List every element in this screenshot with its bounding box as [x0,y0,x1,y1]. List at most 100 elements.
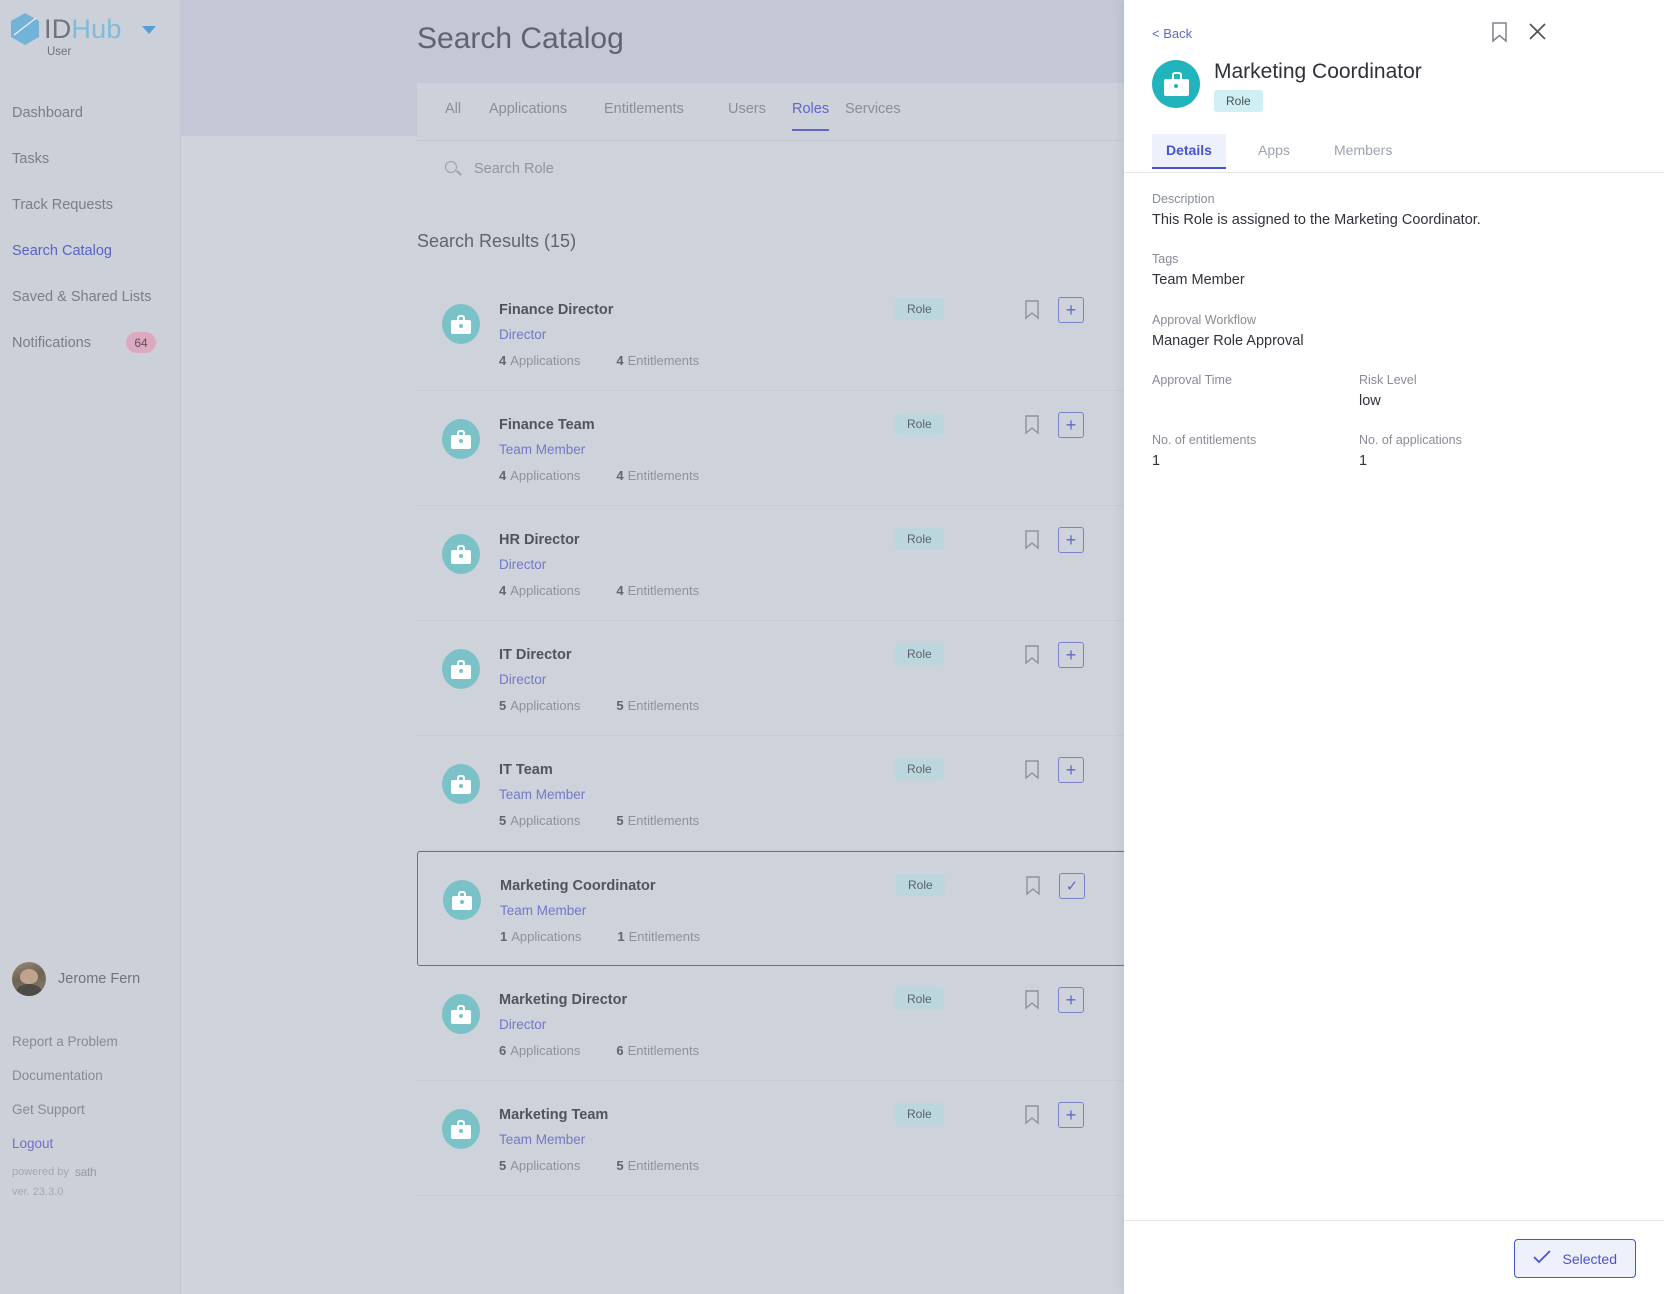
tab-roles[interactable]: Roles [792,101,830,131]
row-ents-label: Entitlements [628,929,701,944]
field-value: low [1359,393,1381,409]
role-briefcase-icon [442,304,480,344]
bookmark-icon[interactable] [1024,760,1040,785]
row-subtitle[interactable]: Director [499,327,546,342]
row-title: Finance Team [499,417,595,433]
status-badge: Role [895,988,944,1010]
report-a-problem-link[interactable]: Report a Problem [0,1024,181,1058]
sidebar: IDHub User Dashboard Tasks Track Request… [0,0,181,1294]
avatar [12,962,46,996]
detail-panel: < Back Marketing Coordinator Role Detail… [1124,0,1664,1294]
tab-users[interactable]: Users [728,101,766,129]
sidebar-item-label: Track Requests [12,197,113,213]
bookmark-icon[interactable] [1024,645,1040,670]
row-apps-count: 6 [499,1043,507,1058]
selected-button-label: Selected [1562,1250,1617,1267]
row-title: IT Director [499,647,572,663]
field-label: No. of applications [1359,433,1462,447]
user-name: Jerome Fern [58,971,141,987]
field-label: Approval Workflow [1152,313,1256,327]
row-subtitle[interactable]: Director [499,557,546,572]
row-meta: 4 Applications 4 Entitlements [499,468,699,483]
tab-members[interactable]: Members [1320,134,1406,167]
add-to-cart-button[interactable]: + [1058,757,1084,783]
field-value: 1 [1152,453,1161,469]
sidebar-item-dashboard[interactable]: Dashboard [0,90,180,136]
sidebar-user[interactable]: Jerome Fern [0,962,181,996]
documentation-link[interactable]: Documentation [0,1058,181,1092]
bookmark-icon[interactable] [1024,1105,1040,1130]
field-label: No. of entitlements [1152,433,1257,447]
tab-apps[interactable]: Apps [1244,134,1304,167]
bookmark-icon[interactable] [1024,990,1040,1015]
bookmark-icon[interactable] [1025,876,1041,901]
row-subtitle[interactable]: Team Member [499,787,585,802]
field-label: Approval Time [1152,373,1232,387]
page-title: Search Catalog [417,22,624,55]
chevron-down-icon[interactable] [142,26,156,34]
field-value: Team Member [1152,272,1245,288]
brand-hub: Hub [71,13,122,44]
row-subtitle[interactable]: Team Member [499,1132,585,1147]
add-to-cart-button[interactable]: + [1058,987,1084,1013]
row-subtitle[interactable]: Team Member [500,903,586,918]
tab-all[interactable]: All [445,101,461,129]
sidebar-item-saved-shared-lists[interactable]: Saved & Shared Lists [0,274,180,320]
divider [1124,172,1664,173]
close-icon[interactable] [1528,22,1547,46]
tab-services[interactable]: Services [845,101,901,129]
row-ents-label: Entitlements [627,813,700,828]
selected-button[interactable]: Selected [1513,1239,1636,1278]
bookmark-icon[interactable] [1024,415,1040,440]
row-subtitle[interactable]: Team Member [499,442,585,457]
added-to-cart-button[interactable]: ✓ [1059,873,1085,899]
field-value: Manager Role Approval [1152,333,1304,349]
field-label: Risk Level [1359,373,1417,387]
bookmark-icon[interactable] [1491,22,1508,48]
field-label: Tags [1152,252,1179,266]
tab-applications[interactable]: Applications [489,101,567,129]
row-subtitle[interactable]: Director [499,1017,546,1032]
add-to-cart-button[interactable]: + [1058,1102,1084,1128]
sidebar-item-notifications[interactable]: Notifications 64 [0,320,180,366]
add-to-cart-button[interactable]: + [1058,642,1084,668]
logout-link[interactable]: Logout [0,1126,181,1160]
role-briefcase-icon [442,1109,480,1149]
tab-details[interactable]: Details [1152,134,1226,169]
brand-id: ID [44,13,72,44]
app-root: IDHub User Dashboard Tasks Track Request… [0,0,1664,1294]
bookmark-icon[interactable] [1024,300,1040,325]
status-badge: Role [895,1103,944,1125]
field-tags: Tags Team Member [1152,252,1622,288]
add-to-cart-button[interactable]: + [1058,297,1084,323]
row-title: Marketing Director [499,992,628,1008]
field-approval-workflow: Approval Workflow Manager Role Approval [1152,313,1622,349]
sidebar-item-track-requests[interactable]: Track Requests [0,182,180,228]
sidebar-item-search-catalog[interactable]: Search Catalog [0,228,180,274]
tab-entitlements[interactable]: Entitlements [604,101,684,129]
get-support-link[interactable]: Get Support [0,1092,181,1126]
field-label: Description [1152,192,1215,206]
row-ents-label: Entitlements [627,353,700,368]
detail-footer: Selected [1124,1220,1664,1294]
brand-header: IDHub User [0,0,180,64]
role-briefcase-icon [442,764,480,804]
powered-by: powered by sath [12,1165,97,1179]
row-apps-label: Applications [510,583,581,598]
row-ents-label: Entitlements [627,1158,700,1173]
row-meta: 6 Applications 6 Entitlements [499,1043,699,1058]
row-subtitle[interactable]: Director [499,672,546,687]
back-button[interactable]: < Back [1152,26,1192,41]
bookmark-icon[interactable] [1024,530,1040,555]
add-to-cart-button[interactable]: + [1058,412,1084,438]
row-ents-count: 6 [616,1043,624,1058]
add-to-cart-button[interactable]: + [1058,527,1084,553]
row-apps-label: Applications [510,813,581,828]
role-briefcase-icon [442,994,480,1034]
status-badge: Role [896,874,945,896]
row-ents-label: Entitlements [627,583,700,598]
row-apps-count: 4 [499,468,507,483]
row-meta: 4 Applications 4 Entitlements [499,583,699,598]
search-input[interactable] [474,161,1074,177]
sidebar-item-tasks[interactable]: Tasks [0,136,180,182]
